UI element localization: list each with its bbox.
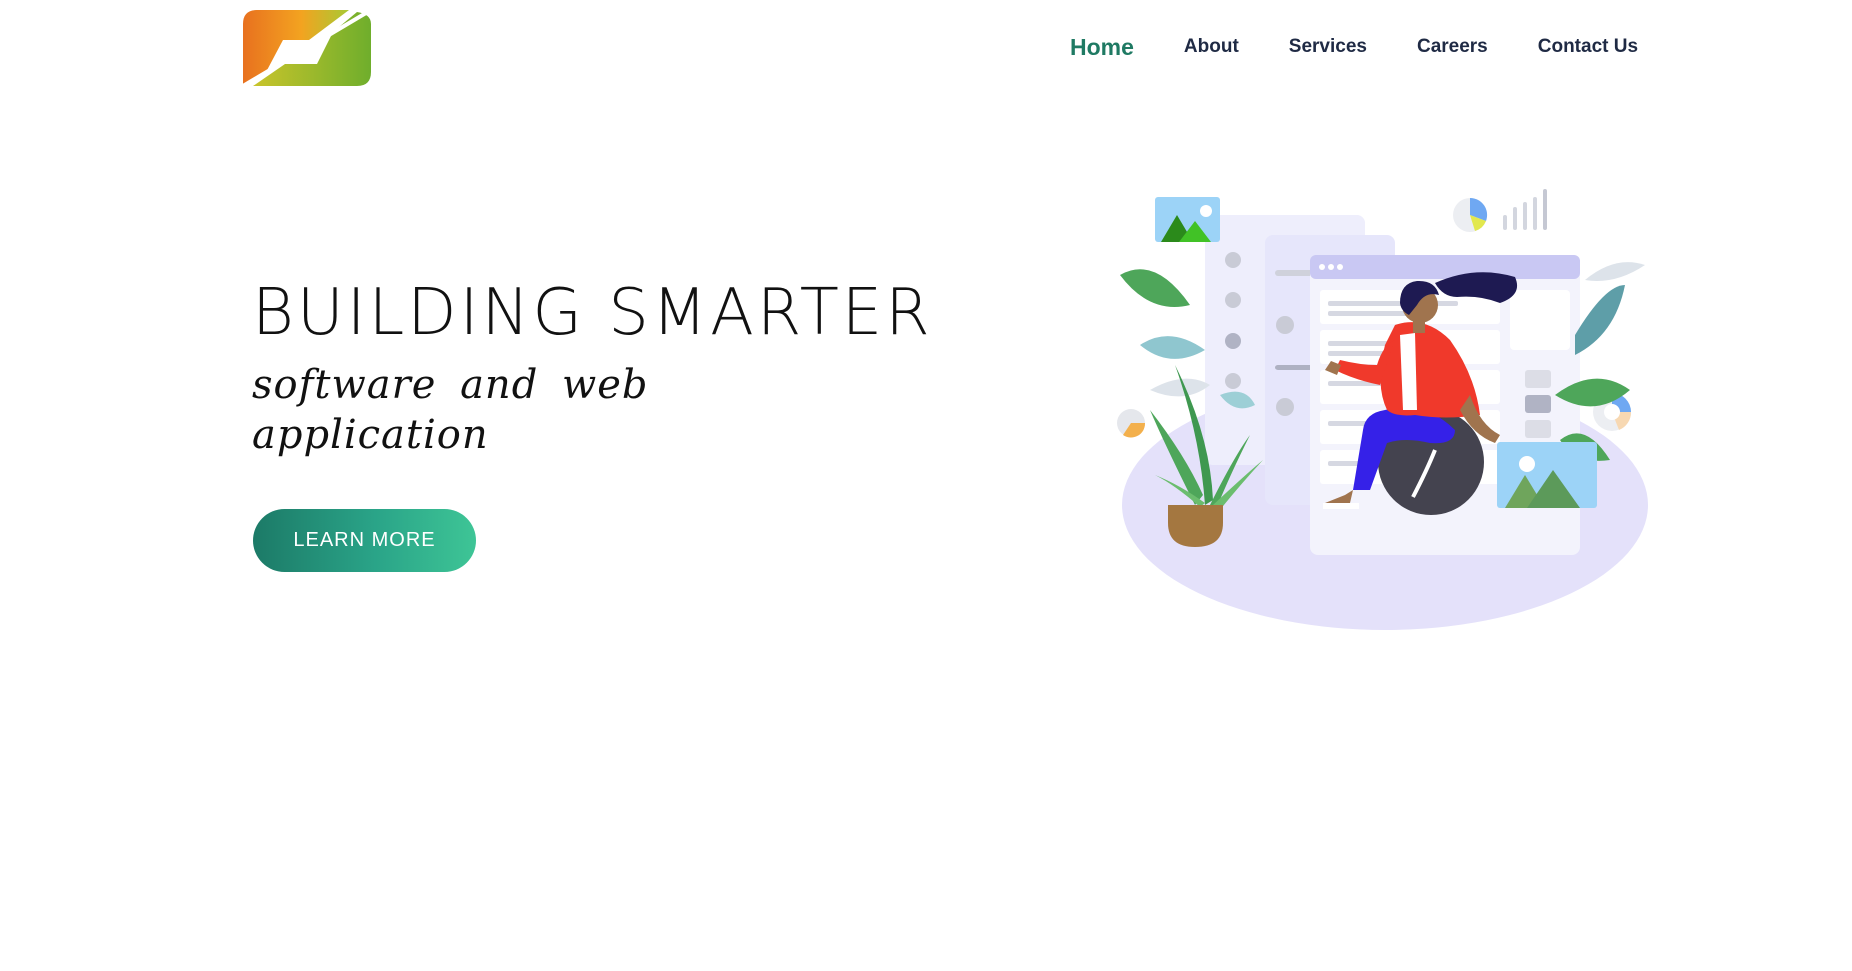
landing-page: Home About Services Careers Contact Us B…: [0, 0, 1852, 971]
nav-item-contact-us[interactable]: Contact Us: [1538, 34, 1638, 60]
learn-more-button[interactable]: LEARN MORE: [253, 509, 476, 572]
main-nav: Home About Services Careers Contact Us: [1070, 34, 1688, 60]
nav-item-home[interactable]: Home: [1070, 34, 1134, 60]
nav-item-careers[interactable]: Careers: [1417, 34, 1488, 60]
nav-item-about[interactable]: About: [1184, 34, 1239, 60]
brand-logo[interactable]: [243, 10, 371, 86]
nav-item-services[interactable]: Services: [1289, 34, 1367, 60]
person-on-ball-dashboard-illustration: [1117, 189, 1648, 630]
hero-subtitle: software and web application: [252, 362, 649, 458]
hero-title: BUILDING SMARTER: [252, 276, 933, 350]
